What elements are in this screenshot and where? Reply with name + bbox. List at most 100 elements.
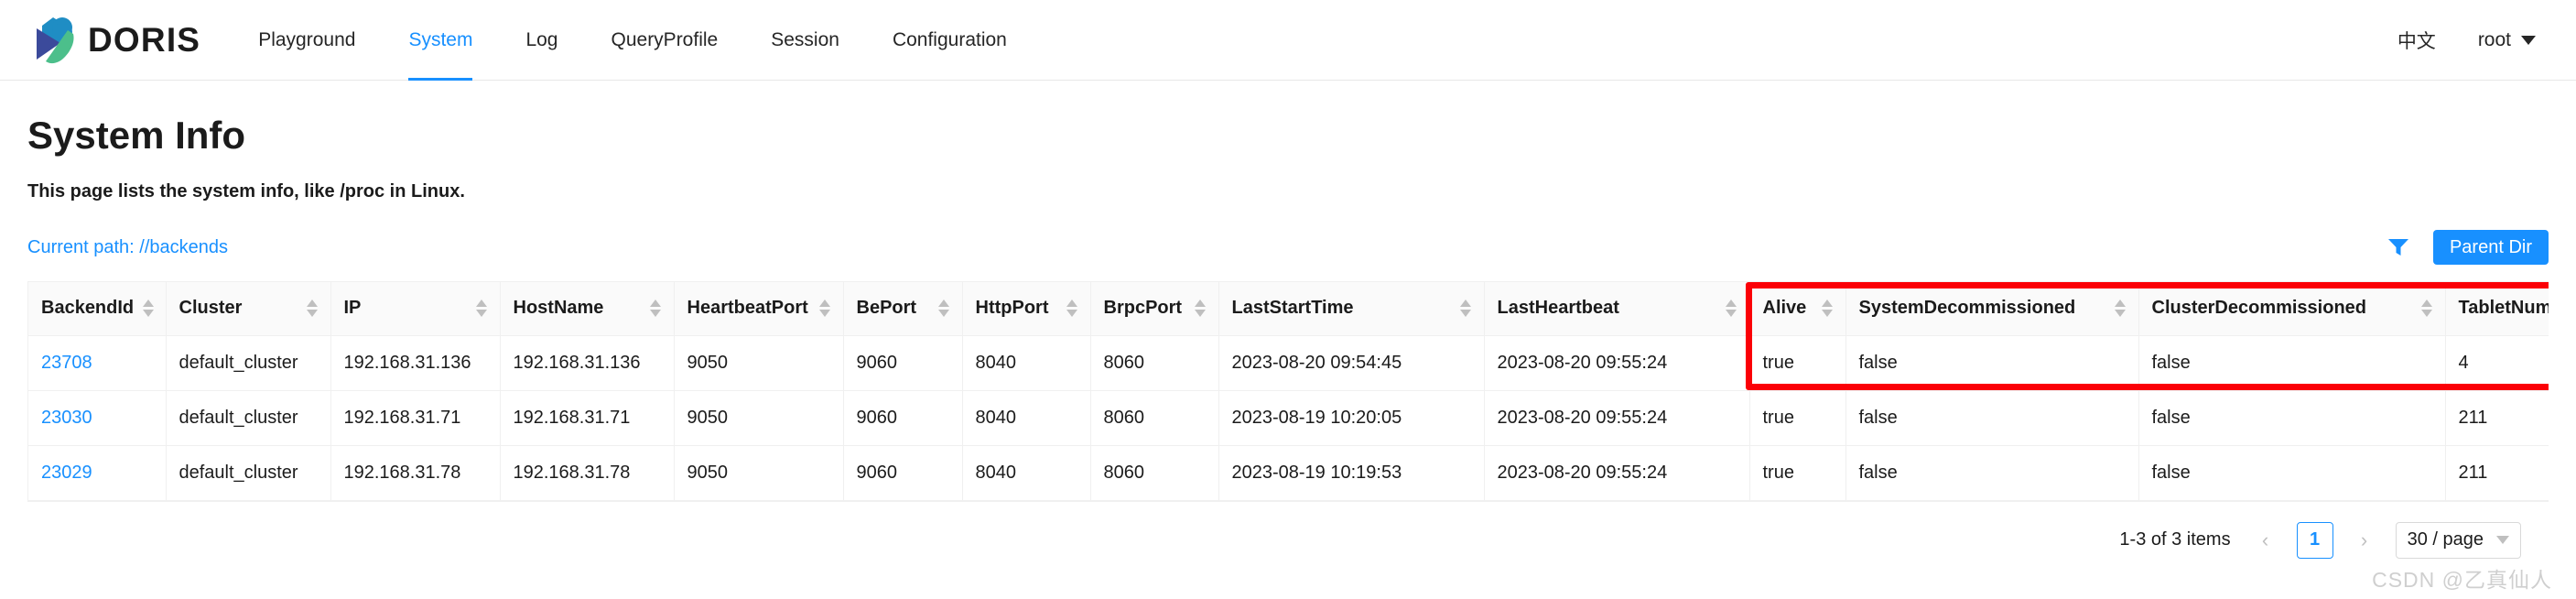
- main-nav-tabs: Playground System Log QueryProfile Sessi…: [232, 0, 1034, 81]
- tab-log[interactable]: Log: [499, 0, 584, 80]
- column-header-backendid[interactable]: BackendId: [28, 282, 167, 336]
- column-label: SystemDecommissioned: [1858, 298, 2076, 319]
- column-label: LastStartTime: [1231, 298, 1354, 319]
- column-header-cluster[interactable]: Cluster: [166, 282, 331, 336]
- sort-icon[interactable]: [1725, 300, 1737, 318]
- column-header-lastheartbeat[interactable]: LastHeartbeat: [1484, 282, 1750, 336]
- column-header-heartbeatport[interactable]: HeartbeatPort: [674, 282, 844, 336]
- funnel-icon[interactable]: [2387, 237, 2409, 257]
- cell-systemdecommissioned: false: [1845, 390, 2139, 446]
- tab-system[interactable]: System: [382, 0, 499, 81]
- sort-icon[interactable]: [143, 300, 155, 318]
- brand-name: DORIS: [88, 20, 201, 59]
- cell-backendid[interactable]: 23029: [28, 445, 167, 501]
- cell-hostname: 192.168.31.71: [500, 390, 675, 446]
- cell-tabletnum: 4: [2445, 335, 2549, 391]
- parent-dir-button[interactable]: Parent Dir: [2432, 230, 2549, 265]
- cell-httpport: 8040: [962, 335, 1091, 391]
- column-header-hostname[interactable]: HostName: [500, 282, 675, 336]
- tab-configuration[interactable]: Configuration: [866, 0, 1034, 80]
- column-label: BrpcPort: [1103, 298, 1183, 319]
- page-description: This page lists the system info, like /p…: [27, 181, 465, 201]
- column-header-httpport[interactable]: HttpPort: [962, 282, 1091, 336]
- backend-id-link[interactable]: 23029: [41, 463, 92, 483]
- system-info-table: BackendId Cluster IP HostName HeartbeatP…: [28, 282, 2549, 501]
- sort-icon[interactable]: [1194, 300, 1206, 318]
- cell-lastheartbeat: 2023-08-20 09:55:24: [1484, 390, 1750, 446]
- backend-id-link[interactable]: 23708: [41, 353, 92, 373]
- cell-cluster: default_cluster: [166, 445, 331, 501]
- tab-session[interactable]: Session: [744, 0, 866, 80]
- user-menu[interactable]: root: [2478, 29, 2536, 51]
- system-info-table-wrapper: BackendId Cluster IP HostName HeartbeatP…: [27, 281, 2549, 502]
- column-label: BackendId: [41, 298, 135, 319]
- column-label: HeartbeatPort: [687, 298, 808, 319]
- sort-icon[interactable]: [1459, 300, 1471, 318]
- cell-beport: 9060: [843, 335, 963, 391]
- cell-tabletnum: 211: [2445, 445, 2549, 501]
- pagination-page-1[interactable]: 1: [2296, 521, 2333, 559]
- page-size-select[interactable]: 30 / page: [2395, 521, 2521, 559]
- sort-icon[interactable]: [818, 300, 830, 318]
- user-menu-label: root: [2477, 28, 2511, 50]
- backend-id-link[interactable]: 23030: [41, 408, 92, 428]
- column-header-brpcport[interactable]: BrpcPort: [1090, 282, 1219, 336]
- cell-clusterdecommissioned: false: [2138, 335, 2446, 391]
- cell-tabletnum: 211: [2445, 390, 2549, 446]
- table-header: BackendId Cluster IP HostName HeartbeatP…: [28, 282, 2549, 336]
- tab-playground[interactable]: Playground: [232, 0, 382, 80]
- cell-ip: 192.168.31.136: [330, 335, 501, 391]
- cell-alive: true: [1749, 335, 1846, 391]
- current-path-link[interactable]: Current path: //backends: [27, 237, 228, 258]
- cell-backendid[interactable]: 23708: [28, 335, 167, 391]
- path-row: Current path: //backends Parent Dir: [27, 228, 2549, 267]
- column-label: TabletNum: [2458, 298, 2549, 319]
- cell-backendid[interactable]: 23030: [28, 390, 167, 446]
- top-navbar: DORIS Playground System Log QueryProfile…: [0, 0, 2576, 81]
- table-header-row: BackendId Cluster IP HostName HeartbeatP…: [28, 282, 2549, 336]
- column-label: Alive: [1762, 298, 1807, 319]
- sort-icon[interactable]: [306, 300, 318, 318]
- cell-hostname: 192.168.31.78: [500, 445, 675, 501]
- cell-systemdecommissioned: false: [1845, 335, 2139, 391]
- table-body: 23708 default_cluster 192.168.31.136 192.16…: [28, 335, 2549, 501]
- path-actions: Parent Dir: [2387, 230, 2549, 265]
- column-header-tabletnum[interactable]: TabletNum: [2445, 282, 2549, 336]
- cell-heartbeatport: 9050: [674, 335, 844, 391]
- sort-icon[interactable]: [2420, 300, 2432, 318]
- sort-icon[interactable]: [1066, 300, 1077, 318]
- pagination-prev-button[interactable]: ‹: [2249, 524, 2282, 557]
- column-header-laststarttime[interactable]: LastStartTime: [1218, 282, 1485, 336]
- page-title: System Info: [27, 114, 246, 157]
- table-row: 23708 default_cluster 192.168.31.136 192.16…: [28, 335, 2549, 391]
- sort-icon[interactable]: [1821, 300, 1833, 318]
- pagination: 1-3 of 3 items ‹ 1 › 30 / page: [27, 521, 2521, 559]
- tab-queryprofile[interactable]: QueryProfile: [585, 0, 745, 80]
- cell-cluster: default_cluster: [166, 335, 331, 391]
- column-header-alive[interactable]: Alive: [1749, 282, 1846, 336]
- sort-icon[interactable]: [937, 300, 949, 318]
- sort-icon[interactable]: [649, 300, 661, 318]
- column-label: Cluster: [179, 298, 243, 319]
- page-size-label: 30 / page: [2407, 529, 2484, 550]
- column-header-ip[interactable]: IP: [330, 282, 501, 336]
- navbar-right: 中文 root: [2397, 27, 2536, 54]
- column-label: LastHeartbeat: [1497, 298, 1619, 319]
- column-header-systemdecommissioned[interactable]: SystemDecommissioned: [1845, 282, 2139, 336]
- language-switch[interactable]: 中文: [2397, 27, 2436, 54]
- sort-icon[interactable]: [2114, 300, 2126, 318]
- cell-systemdecommissioned: false: [1845, 445, 2139, 501]
- cell-heartbeatport: 9050: [674, 390, 844, 446]
- cell-heartbeatport: 9050: [674, 445, 844, 501]
- column-header-beport[interactable]: BePort: [843, 282, 963, 336]
- cell-brpcport: 8060: [1090, 390, 1219, 446]
- pagination-next-button[interactable]: ›: [2348, 524, 2381, 557]
- cell-cluster: default_cluster: [166, 390, 331, 446]
- sort-icon[interactable]: [475, 300, 487, 318]
- column-header-clusterdecommissioned[interactable]: ClusterDecommissioned: [2138, 282, 2446, 336]
- column-label: HttpPort: [975, 298, 1049, 319]
- table-row: 23030 default_cluster 192.168.31.71 192.168…: [28, 390, 2549, 446]
- brand-logo[interactable]: DORIS: [27, 16, 200, 65]
- cell-alive: true: [1749, 445, 1846, 501]
- column-label: ClusterDecommissioned: [2151, 298, 2367, 319]
